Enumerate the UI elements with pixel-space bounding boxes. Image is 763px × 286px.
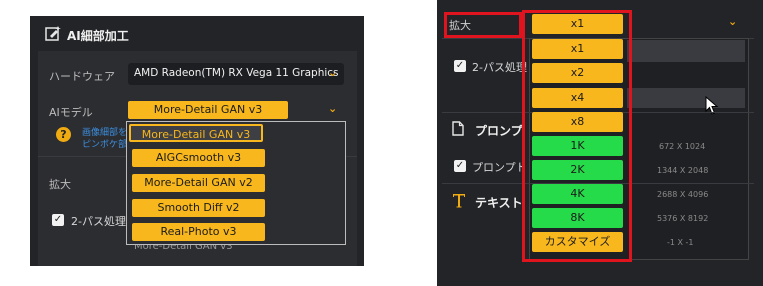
- prompt-section-title: プロンプ: [475, 124, 523, 138]
- help-text-line2: ピンボケ部: [82, 140, 128, 150]
- section-title: AI細部加工: [67, 29, 129, 43]
- chevron-down-icon: ⌄: [328, 66, 338, 79]
- ai-model-select-value: More-Detail GAN v3: [128, 101, 288, 119]
- text-t-icon: [453, 194, 465, 208]
- resolution-hint: 5376 X 8192: [657, 214, 709, 223]
- chevron-down-icon: ⌄: [728, 15, 738, 28]
- model-option[interactable]: AIGCsmooth v3: [132, 149, 265, 167]
- model-option[interactable]: Smooth Diff v2: [132, 199, 265, 217]
- text-section-title: テキスト: [475, 196, 523, 210]
- hardware-select[interactable]: AMD Radeon(TM) RX Vega 11 Graphics ⌄: [128, 63, 344, 85]
- resolution-hint: 2688 X 4096: [657, 190, 709, 199]
- mouse-cursor-icon: [705, 96, 719, 115]
- model-option[interactable]: More-Detail GAN v3: [129, 124, 263, 142]
- hardware-select-value: AMD Radeon(TM) RX Vega 11 Graphics: [134, 67, 339, 79]
- chevron-down-icon: ⌄: [328, 102, 338, 115]
- ai-model-select[interactable]: More-Detail GAN v3 ⌄: [128, 100, 344, 120]
- scale-panel: 拡大 x1 ⌄ ✓ 2-パス処理 プロンプ ✓ プロンプト テキスト x1 x2…: [437, 0, 763, 286]
- scale-options-highlight: [522, 10, 632, 262]
- ai-model-label: AIモデル: [49, 106, 93, 119]
- two-pass-checkbox[interactable]: ✓: [454, 60, 466, 72]
- hardware-label: ハードウェア: [49, 70, 115, 83]
- hover-row: [627, 40, 745, 62]
- model-option[interactable]: Real-Photo v3: [132, 223, 265, 241]
- ai-detail-panel: AI細部加工 ハードウェア AMD Radeon(TM) RX Vega 11 …: [30, 16, 364, 266]
- edit-sparkle-icon: [45, 26, 61, 41]
- hover-row: [627, 88, 745, 108]
- help-icon[interactable]: ?: [56, 127, 71, 142]
- resolution-hint: 1344 X 2048: [657, 166, 709, 175]
- scale-label-highlight: [444, 12, 522, 38]
- scale-label: 拡大: [49, 178, 71, 191]
- resolution-hint: -1 X -1: [667, 238, 694, 247]
- prompt-checkbox[interactable]: ✓: [454, 160, 466, 172]
- two-pass-label: 2-パス処理: [71, 215, 126, 228]
- prompt-check-label: プロンプト: [472, 161, 527, 174]
- resolution-hint: 672 X 1024: [659, 142, 706, 151]
- document-icon: [452, 121, 464, 136]
- model-option[interactable]: More-Detail GAN v2: [132, 174, 265, 192]
- two-pass-checkbox[interactable]: ✓: [52, 214, 64, 226]
- ai-model-dropdown: More-Detail GAN v3 AIGCsmooth v3 More-De…: [126, 121, 346, 245]
- two-pass-label: 2-パス処理: [472, 61, 527, 74]
